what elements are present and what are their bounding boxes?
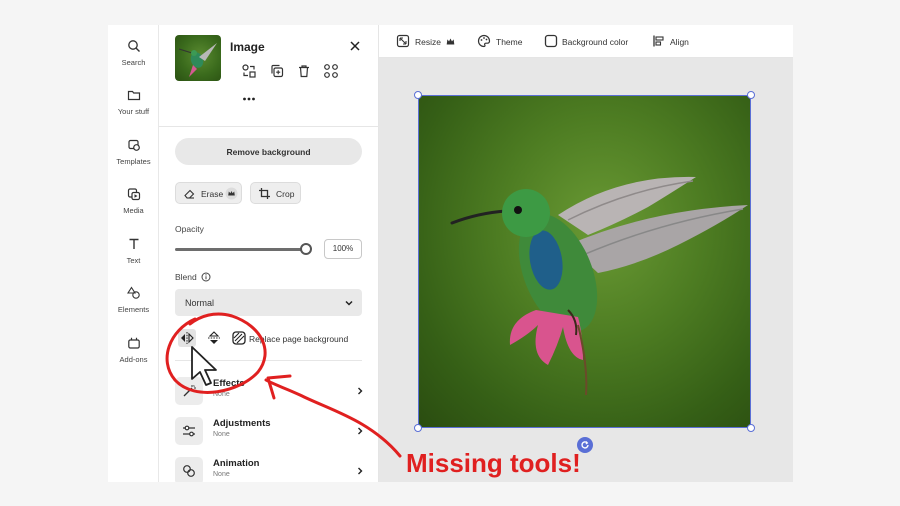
adjustments-title: Adjustments (213, 418, 271, 429)
more-options-button[interactable] (241, 91, 257, 107)
resize-icon (396, 34, 410, 48)
page-background-icon (232, 331, 246, 345)
replace-icon (242, 64, 256, 78)
background-color-label: Background color (562, 37, 629, 47)
blend-mode-value: Normal (185, 298, 215, 308)
rail-item-templates[interactable]: Templates (108, 138, 159, 166)
animation-value: None (213, 471, 230, 478)
theme-label: Theme (496, 37, 523, 47)
erase-label: Erase (201, 189, 224, 199)
effects-value: None (213, 391, 230, 398)
mouse-cursor-icon (191, 346, 217, 386)
theme-button[interactable]: Theme (477, 25, 527, 58)
adjustments-icon-box (175, 417, 203, 445)
crop-button[interactable]: Crop (250, 182, 301, 204)
rail-label-elements: Elements (117, 305, 150, 314)
resize-handle-bottom-left[interactable] (414, 424, 422, 432)
background-color-button[interactable]: Background color (544, 25, 637, 58)
text-icon (129, 238, 138, 249)
eraser-icon (184, 189, 195, 199)
rail-item-text[interactable]: Text (108, 237, 159, 265)
search-icon (127, 40, 140, 52)
palette-icon (477, 34, 491, 48)
animation-row[interactable]: Animation None (175, 457, 365, 482)
rail-item-media[interactable]: Media (108, 187, 159, 215)
elements-icon (126, 286, 140, 299)
rail-item-elements[interactable]: Elements (108, 286, 159, 314)
replace-page-background-button[interactable] (230, 329, 248, 347)
chevron-right-icon (358, 467, 363, 475)
premium-crown-icon (446, 38, 455, 45)
resize-label: Resize (415, 37, 441, 47)
delete-button[interactable] (296, 63, 312, 79)
premium-crown-icon (225, 187, 238, 200)
chevron-down-icon (345, 300, 353, 306)
resize-handle-top-right[interactable] (747, 91, 755, 99)
replace-image-button[interactable] (241, 63, 257, 79)
arrange-button[interactable] (323, 63, 339, 79)
chevron-right-icon (358, 387, 363, 395)
adjustments-row[interactable]: Adjustments None (175, 417, 365, 447)
trash-icon (299, 65, 309, 78)
remove-background-button[interactable]: Remove background (175, 138, 362, 165)
blend-label: Blend (175, 272, 197, 282)
rail-item-addons[interactable]: Add-ons (108, 336, 159, 364)
close-icon (350, 41, 360, 51)
close-panel-button[interactable] (348, 39, 362, 53)
rail-label-your-stuff: Your stuff (117, 107, 150, 116)
rail-item-your-stuff[interactable]: Your stuff (108, 88, 159, 116)
left-rail: Search Your stuff Templates Media Text E… (108, 25, 159, 482)
info-icon[interactable] (201, 272, 211, 282)
duplicate-icon (271, 64, 284, 78)
resize-handle-bottom-right[interactable] (747, 424, 755, 432)
arrange-icon (324, 64, 338, 78)
blend-mode-select[interactable]: Normal (175, 289, 362, 316)
rail-label-text: Text (126, 256, 141, 265)
background-color-icon (544, 34, 558, 48)
panel-title: Image (230, 40, 265, 54)
annotation-callout: Missing tools! (406, 448, 581, 478)
chevron-right-icon (358, 427, 363, 435)
adjustments-value: None (213, 431, 230, 438)
rail-label-templates: Templates (116, 157, 151, 166)
crop-icon (259, 188, 270, 199)
rail-label-media: Media (123, 206, 144, 215)
rail-label-search: Search (121, 58, 146, 67)
media-icon (127, 188, 140, 201)
rail-item-search[interactable]: Search (108, 39, 159, 67)
addons-icon (127, 337, 140, 349)
resize-handle-top-left[interactable] (414, 91, 422, 99)
resize-button[interactable]: Resize (396, 25, 460, 58)
animation-icon-box (175, 457, 203, 482)
sliders-icon (183, 425, 195, 437)
crop-label: Crop (276, 189, 295, 199)
opacity-slider-thumb[interactable] (300, 243, 312, 255)
align-label: Align (670, 37, 689, 47)
opacity-value-field[interactable]: 100% (324, 239, 362, 259)
duplicate-button[interactable] (269, 63, 285, 79)
align-left-icon (653, 35, 664, 47)
animation-title: Animation (213, 458, 260, 469)
panel-divider (159, 126, 379, 127)
opacity-slider-track[interactable] (175, 248, 306, 251)
properties-panel: Image Remove background Erase Crop Opaci… (159, 25, 379, 482)
canvas-toolbar: Resize Theme Background color Align (379, 25, 793, 58)
blend-label-text: Blend (175, 272, 197, 282)
erase-button[interactable]: Erase (175, 182, 242, 204)
rail-label-addons: Add-ons (119, 355, 148, 364)
replace-page-background-label[interactable]: Replace page background (249, 334, 348, 344)
opacity-label: Opacity (175, 224, 204, 234)
align-button[interactable]: Align (652, 25, 694, 58)
image-thumbnail (175, 35, 221, 81)
animation-icon (183, 465, 195, 477)
folder-icon (127, 90, 140, 101)
more-icon (243, 97, 255, 101)
rotate-icon (581, 441, 589, 449)
templates-icon (127, 139, 140, 151)
hummingbird-image[interactable] (418, 95, 751, 428)
